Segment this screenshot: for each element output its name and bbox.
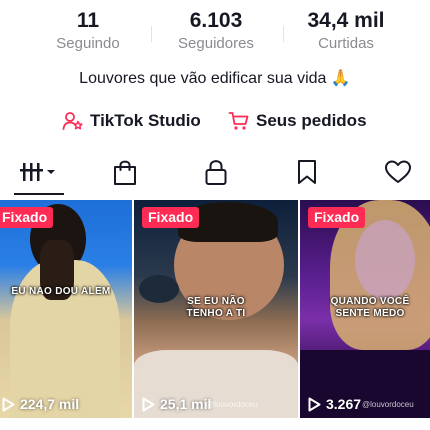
tab-private[interactable]	[196, 152, 236, 192]
heart-icon	[385, 160, 411, 183]
video-caption: QUANDO VOCÊ SENTE MEDO	[300, 296, 430, 320]
grid-bars-icon	[20, 163, 55, 181]
stat-divider	[151, 26, 152, 42]
tab-shop[interactable]	[105, 152, 145, 192]
stat-divider	[283, 26, 284, 42]
video-caption-line: SENTE MEDO	[335, 308, 405, 319]
followers-count: 6.103	[189, 9, 243, 32]
followers-stat[interactable]: 6.103 Seguidores	[163, 8, 269, 54]
following-label: Seguindo	[56, 35, 120, 52]
shopping-bag-icon	[114, 160, 136, 185]
video-caption-line: QUANDO VOCÊ	[330, 296, 410, 307]
profile-stats: 11 Seguindo 6.103 Seguidores 34,4 mil Cu…	[0, 8, 430, 56]
play-icon	[308, 397, 321, 411]
likes-label: Curtidas	[318, 35, 374, 52]
lock-icon	[205, 160, 227, 185]
view-count-value: 224,7 mil	[20, 396, 80, 412]
video-grid: Fixado EU NAO DOU ALEM 224,7 mil Fixado …	[0, 200, 430, 430]
video-thumbnail[interactable]: Fixado SE EU NÃO TENHO A TI 25,1 mil @lo…	[134, 200, 298, 418]
tab-saved[interactable]	[287, 152, 327, 192]
orders-label: Seus pedidos	[256, 111, 367, 130]
creator-handle: @louvordoceu	[362, 400, 414, 409]
view-count: 224,7 mil	[2, 396, 79, 412]
following-count: 11	[76, 9, 100, 32]
cart-icon	[228, 112, 249, 130]
person-star-icon	[62, 112, 83, 130]
creator-handle: @louvordoceu	[206, 400, 258, 409]
following-stat[interactable]: 11 Seguindo	[38, 8, 138, 54]
tab-videos[interactable]	[18, 152, 62, 192]
likes-stat[interactable]: 34,4 mil Curtidas	[292, 8, 400, 54]
followers-label: Seguidores	[178, 35, 254, 52]
video-caption: SE EU NÃO TENHO A TI	[134, 296, 298, 320]
video-caption-line: TENHO A TI	[186, 308, 246, 319]
view-count-value: 25,1 mil	[160, 396, 212, 412]
video-thumbnail[interactable]: Fixado EU NAO DOU ALEM 224,7 mil	[0, 200, 132, 418]
profile-bio: Louvores que vão edificar sua vida 🙏	[79, 70, 351, 87]
play-icon	[142, 397, 155, 411]
orders-link[interactable]: Seus pedidos	[228, 108, 367, 134]
profile-tabs	[0, 152, 430, 196]
pinned-badge: Fixado	[308, 207, 366, 228]
view-count: 3.267	[308, 396, 361, 412]
tiktok-studio-label: TikTok Studio	[90, 111, 201, 130]
tiktok-studio-link[interactable]: TikTok Studio	[62, 108, 201, 134]
view-count-value: 3.267	[326, 396, 362, 412]
active-tab-indicator	[14, 193, 64, 195]
video-caption-line: SE EU NÃO	[187, 296, 245, 307]
tab-liked[interactable]	[378, 152, 418, 192]
bookmark-icon	[298, 160, 316, 184]
video-caption: EU NAO DOU ALEM	[11, 286, 111, 297]
pinned-badge: Fixado	[0, 207, 54, 228]
video-thumbnail[interactable]: Fixado QUANDO VOCÊ SENTE MEDO 3.267 @lou…	[300, 200, 430, 418]
pinned-badge: Fixado	[142, 207, 200, 228]
view-count: 25,1 mil	[142, 396, 211, 412]
profile-links: TikTok Studio Seus pedidos	[0, 108, 430, 134]
likes-count: 34,4 mil	[307, 9, 385, 32]
play-icon	[2, 397, 15, 411]
